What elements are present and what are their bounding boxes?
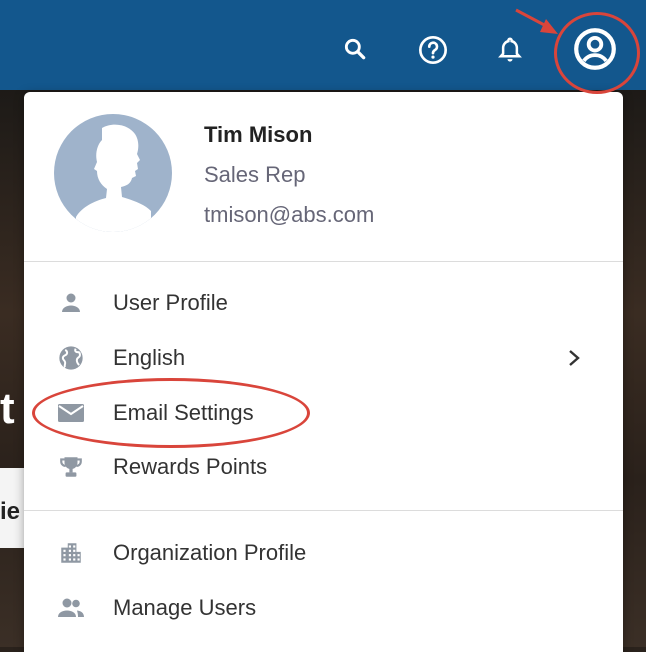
search-button[interactable]	[340, 34, 370, 64]
user-role: Sales Rep	[204, 162, 306, 187]
envelope-icon	[56, 398, 86, 428]
menu-item-label: Organization Profile	[113, 540, 307, 565]
divider	[24, 261, 623, 262]
globe-icon	[56, 343, 86, 373]
help-button[interactable]	[416, 33, 450, 67]
user-name: Tim Mison	[204, 122, 313, 147]
account-dropdown-menu: Tim Mison Sales Rep tmison@abs.com User …	[24, 92, 623, 652]
menu-item-label: User Profile	[113, 290, 228, 315]
menu-item-manage-users[interactable]: Manage Users	[24, 586, 623, 630]
user-email: tmison@abs.com	[204, 202, 375, 227]
avatar	[54, 114, 172, 232]
building-icon	[56, 538, 86, 568]
annotation-arrow	[515, 8, 558, 34]
menu-item-label: Email Settings	[113, 400, 254, 425]
divider	[24, 510, 623, 511]
person-icon	[56, 288, 86, 318]
search-icon	[344, 38, 366, 60]
menu-item-label: Manage Users	[113, 595, 257, 620]
account-button[interactable]	[570, 24, 620, 74]
users-icon	[56, 593, 86, 623]
menu-item-language[interactable]: English	[24, 336, 623, 380]
menu-item-label: English	[113, 345, 186, 370]
menu-item-user-profile[interactable]: User Profile	[24, 281, 623, 325]
avatar-silhouette-icon	[76, 124, 151, 232]
chevron-right-icon	[564, 348, 584, 368]
account-icon	[574, 28, 616, 70]
menu-item-rewards-points[interactable]: Rewards Points	[24, 445, 623, 489]
menu-item-organization-profile[interactable]: Organization Profile	[24, 531, 623, 575]
menu-item-label: Rewards Points	[113, 454, 268, 479]
background-heading-fragment: t	[0, 384, 15, 433]
help-icon	[419, 36, 447, 64]
background-card-text-fragment: ie	[0, 498, 21, 525]
menu-item-email-settings[interactable]: Email Settings	[24, 391, 623, 435]
trophy-icon	[56, 452, 86, 482]
